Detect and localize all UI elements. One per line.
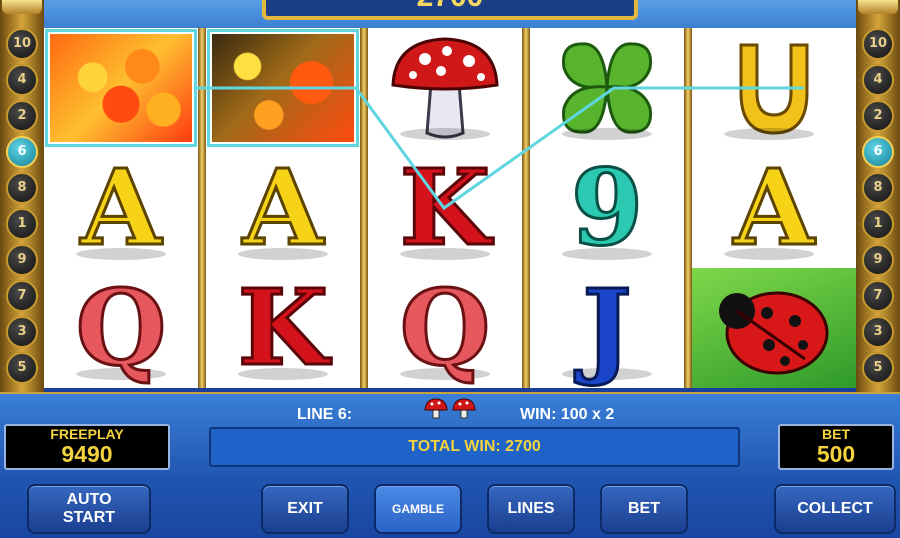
right-line-column: 10 4 2 6 8 1 9 7 3 5 — [856, 0, 900, 392]
mushroom-blur-symbol — [212, 34, 354, 142]
symbol-q: Q — [398, 266, 492, 388]
line-marker[interactable]: 10 — [6, 28, 38, 60]
line-marker[interactable]: 2 — [6, 100, 38, 132]
reel-cell-winning — [44, 28, 198, 148]
symbol-shadow — [400, 128, 490, 140]
reel-5: A — [692, 28, 856, 388]
reels-area: A Q A K K Q 9 J A — [44, 28, 856, 388]
symbol-shadow — [562, 128, 652, 140]
symbol-a: A — [79, 146, 163, 269]
line-marker[interactable]: 4 — [6, 64, 38, 96]
bet-value: 500 — [816, 441, 856, 467]
bet-display: BET 500 — [778, 424, 894, 470]
reel-2: A K — [206, 28, 360, 388]
reel-1: A Q — [44, 28, 198, 388]
line-marker[interactable]: 1 — [862, 208, 894, 240]
line-marker[interactable]: 5 — [6, 352, 38, 384]
reel-cell: A — [44, 148, 198, 268]
reel-cell — [692, 268, 856, 388]
line-marker-active[interactable]: 6 — [6, 136, 38, 168]
reel-cell — [368, 28, 522, 148]
symbol-a: A — [241, 146, 325, 269]
line-label: LINE 6: — [297, 406, 353, 423]
auto-start-button[interactable]: AUTO START — [27, 484, 151, 534]
reel-divider — [198, 28, 206, 388]
line-marker[interactable]: 1 — [6, 208, 38, 240]
reel-cell-winning — [206, 28, 360, 148]
mushroom-icon — [424, 398, 448, 419]
line-marker[interactable]: 9 — [6, 244, 38, 276]
symbol-j: J — [581, 266, 633, 388]
line-marker[interactable]: 3 — [6, 316, 38, 348]
ladybug-icon — [719, 291, 829, 375]
reel-divider — [684, 28, 692, 388]
left-line-column: 10 4 2 6 8 1 9 7 3 5 — [0, 0, 44, 392]
line-marker[interactable]: 2 — [862, 100, 894, 132]
reel-divider — [360, 28, 368, 388]
auto-start-label-line1: AUTO — [66, 491, 112, 508]
line-marker[interactable]: 8 — [6, 172, 38, 204]
mushroom-blur-symbol — [50, 34, 192, 142]
reel-cell: 9 — [530, 148, 684, 268]
win-label: WIN: 100 x 2 — [520, 406, 615, 423]
reel-cell: A — [692, 148, 856, 268]
exit-button[interactable]: EXIT — [261, 484, 349, 534]
reel-cell: K — [206, 268, 360, 388]
reel-cell: J — [530, 268, 684, 388]
lines-button[interactable]: LINES — [487, 484, 575, 534]
bet-button[interactable]: BET — [600, 484, 688, 534]
line-marker[interactable]: 7 — [6, 280, 38, 312]
reel-cell: K — [368, 148, 522, 268]
total-win-display: TOTAL WIN: 2700 — [209, 427, 740, 467]
symbol-shadow — [724, 128, 814, 140]
auto-start-label-line2: START — [62, 509, 116, 526]
line-marker[interactable]: 9 — [862, 244, 894, 276]
line-marker[interactable]: 7 — [862, 280, 894, 312]
reel-cell: Q — [368, 268, 522, 388]
freeplay-value: 9490 — [61, 441, 113, 467]
gamble-button[interactable]: GAMBLE — [374, 484, 462, 534]
left-column-cap — [2, 0, 42, 14]
collect-button[interactable]: COLLECT — [774, 484, 896, 534]
reel-3: K Q — [368, 28, 522, 388]
reel-cell: Q — [44, 268, 198, 388]
horseshoe-icon — [739, 43, 809, 135]
line-marker[interactable]: 3 — [862, 316, 894, 348]
mushroom-icon — [452, 398, 476, 419]
symbol-9: 9 — [569, 146, 644, 269]
reel-divider — [522, 28, 530, 388]
symbol-a: A — [732, 146, 816, 269]
freeplay-display: FREEPLAY 9490 — [4, 424, 170, 470]
mushroom-icon — [391, 37, 499, 139]
line-marker-active[interactable]: 6 — [862, 136, 894, 168]
line-marker[interactable]: 5 — [862, 352, 894, 384]
reel-4: 9 J — [530, 28, 684, 388]
line-marker[interactable]: 8 — [862, 172, 894, 204]
right-column-cap — [858, 0, 898, 14]
symbol-q: Q — [74, 266, 168, 388]
symbol-k: K — [398, 146, 491, 269]
line-marker[interactable]: 4 — [862, 64, 894, 96]
symbol-k: K — [236, 266, 329, 388]
reel-cell — [530, 28, 684, 148]
reel-cell: A — [206, 148, 360, 268]
win-banner: 2700 — [262, 0, 638, 20]
reel-cell — [692, 28, 856, 148]
line-marker[interactable]: 10 — [862, 28, 894, 60]
slot-machine-screen: 2700 10 4 2 6 8 1 9 7 3 5 10 4 2 6 8 1 9… — [0, 0, 900, 538]
freeplay-label: FREEPLAY — [50, 426, 124, 442]
bet-label: BET — [822, 426, 850, 442]
